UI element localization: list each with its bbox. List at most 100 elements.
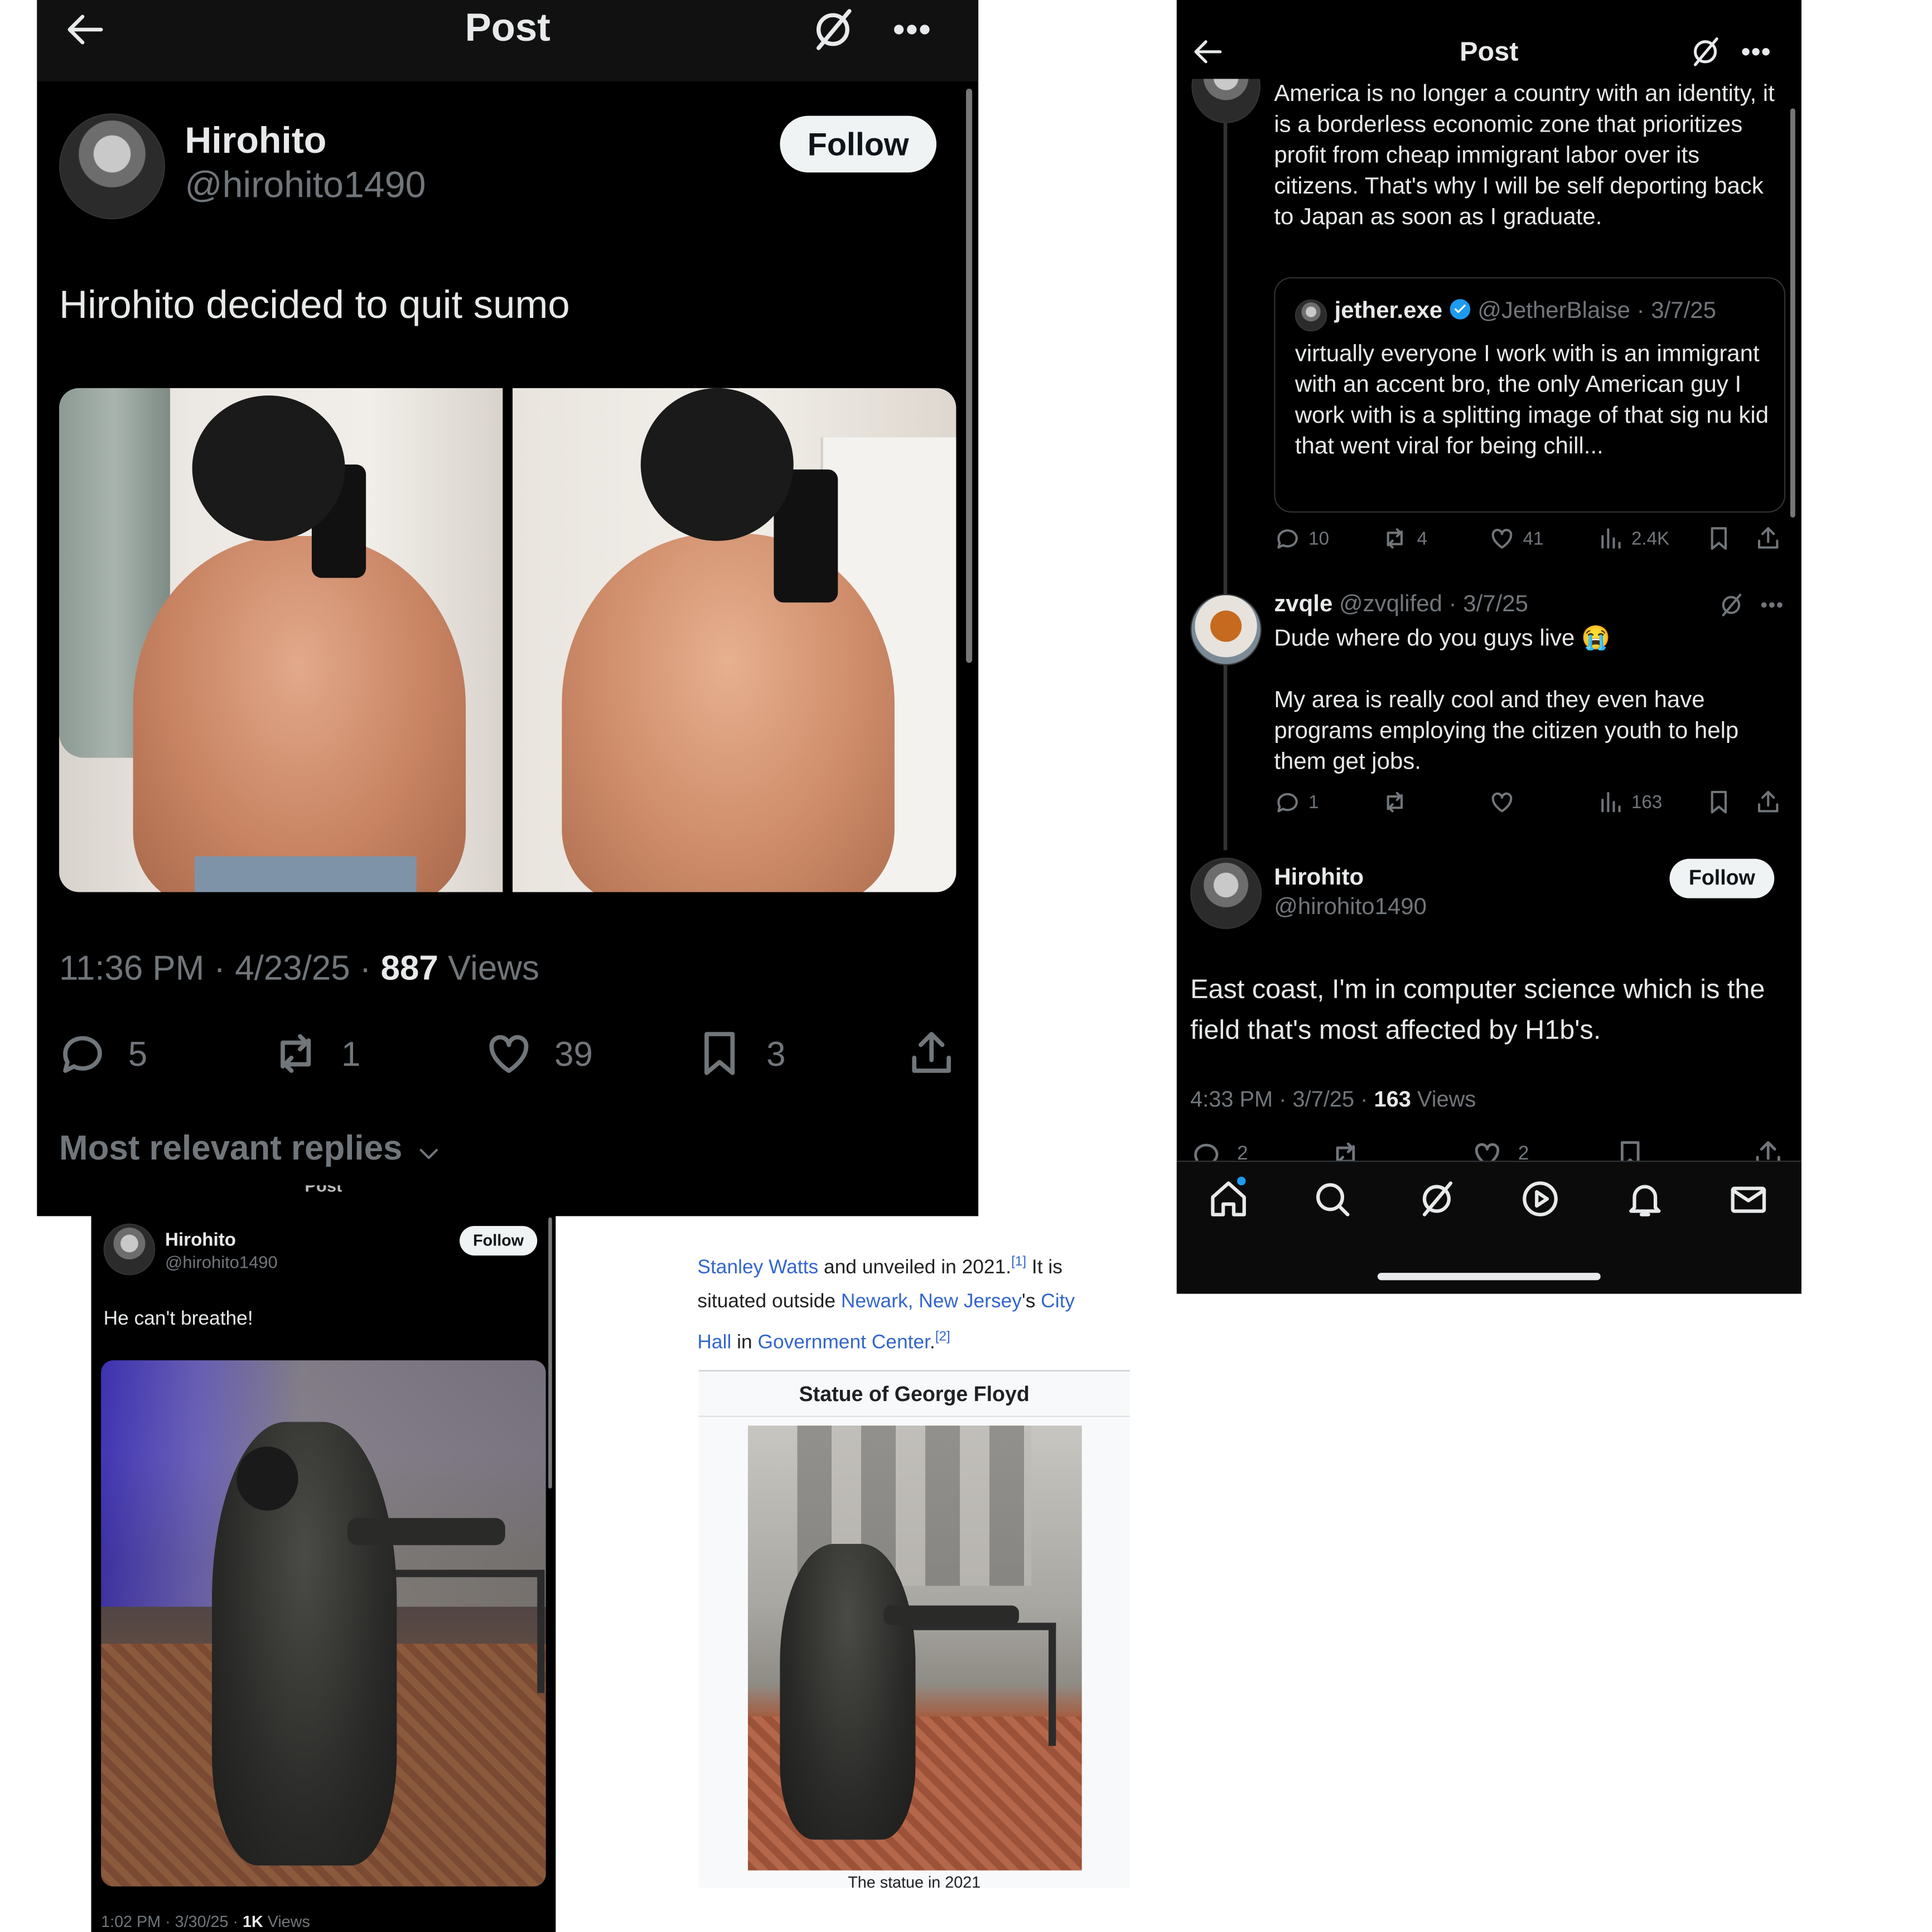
reply-name[interactable]: zvqle bbox=[1274, 591, 1332, 617]
post-time: 4:33 PM bbox=[1190, 1086, 1273, 1112]
chevron-down-icon bbox=[412, 1137, 447, 1164]
statue bbox=[780, 1544, 916, 1840]
infobox: Statue of George Floyd The statue in 202… bbox=[698, 1370, 1130, 1892]
author-name[interactable]: Hirohito bbox=[165, 1230, 236, 1251]
infobox-divider bbox=[698, 1416, 1130, 1417]
thread-actions: 10 4 41 2.4K bbox=[1274, 525, 1785, 554]
bell-icon[interactable] bbox=[1624, 1178, 1666, 1220]
grok-icon[interactable] bbox=[1416, 1178, 1457, 1220]
post-meta: 4:33 PM · 3/7/25 · 163 Views bbox=[1190, 1086, 1476, 1112]
link-stanley-watts[interactable]: Stanley Watts bbox=[697, 1257, 818, 1278]
more-icon[interactable] bbox=[1759, 591, 1786, 619]
bookmark-icon[interactable] bbox=[1706, 789, 1733, 816]
verified-icon bbox=[1449, 298, 1471, 321]
quote-header: jether.exe @JetherBlaise · 3/7/25 bbox=[1335, 298, 1716, 326]
share-icon[interactable] bbox=[905, 1027, 959, 1079]
repost-count: 1 bbox=[341, 1035, 361, 1074]
bookmark-count: 3 bbox=[766, 1035, 786, 1074]
follow-button[interactable]: Follow bbox=[780, 115, 936, 173]
avatar[interactable] bbox=[59, 113, 166, 220]
author-name[interactable]: Hirohito bbox=[1274, 865, 1364, 892]
share-icon[interactable] bbox=[1755, 789, 1782, 816]
scrollbar[interactable] bbox=[548, 1217, 552, 1489]
reply-icon[interactable] bbox=[57, 1027, 109, 1079]
reply-count: 10 bbox=[1308, 528, 1330, 550]
avatar[interactable] bbox=[103, 1223, 156, 1276]
follow-button[interactable]: Follow bbox=[460, 1226, 538, 1256]
ref-2[interactable]: [2] bbox=[935, 1330, 950, 1345]
author-handle[interactable]: @hirohito1490 bbox=[185, 165, 426, 207]
reply-date: 3/7/25 bbox=[1463, 591, 1528, 617]
quote-text: virtually everyone I work with is an imm… bbox=[1295, 341, 1769, 460]
follow-button[interactable]: Follow bbox=[1669, 858, 1775, 899]
quote-card[interactable]: jether.exe @JetherBlaise · 3/7/25 virtua… bbox=[1274, 277, 1786, 513]
post-image[interactable] bbox=[101, 1360, 546, 1887]
repost-icon[interactable] bbox=[1380, 789, 1409, 816]
share-icon[interactable] bbox=[1755, 525, 1782, 552]
like-icon[interactable] bbox=[1489, 525, 1516, 552]
reply-handle[interactable]: @zvqlifed bbox=[1339, 591, 1442, 617]
link-city-hall[interactable]: City bbox=[1041, 1292, 1075, 1313]
grok-icon[interactable] bbox=[807, 5, 859, 54]
link-city-hall-2[interactable]: Hall bbox=[697, 1333, 731, 1354]
views-icon[interactable] bbox=[1597, 525, 1624, 552]
bookmark-icon[interactable] bbox=[1706, 525, 1733, 552]
repost-icon[interactable] bbox=[1380, 525, 1409, 552]
author-name[interactable]: Hirohito bbox=[185, 121, 326, 163]
jeans bbox=[195, 856, 417, 892]
quote-handle: @JetherBlaise bbox=[1477, 298, 1630, 325]
link-government-center[interactable]: Government Center bbox=[757, 1333, 929, 1354]
infobox-caption: The statue in 2021 bbox=[848, 1872, 981, 1892]
statue-arm bbox=[347, 1518, 505, 1545]
screenshot-collage: Post Hirohito @hirohito1490 Follow Hiroh… bbox=[0, 0, 1932, 1932]
post-time: 1:02 PM bbox=[101, 1912, 161, 1931]
scrollbar[interactable] bbox=[966, 89, 973, 663]
avatar[interactable] bbox=[1190, 857, 1262, 929]
views-count: 1K bbox=[243, 1912, 263, 1931]
play-icon[interactable] bbox=[1519, 1178, 1561, 1220]
more-icon[interactable] bbox=[1738, 35, 1773, 69]
reply-icon[interactable] bbox=[1274, 525, 1301, 552]
grok-icon[interactable] bbox=[1718, 591, 1745, 619]
wiki-paragraph: Stanley Watts and unveiled in 2021.[1] I… bbox=[697, 1244, 1141, 1361]
post-screen-a: Post Hirohito @hirohito1490 Follow Hiroh… bbox=[37, 0, 979, 1216]
dot-separator: · bbox=[1630, 298, 1651, 325]
post-date: 3/30/25 bbox=[175, 1912, 229, 1931]
wiki-text: It is bbox=[1026, 1257, 1062, 1278]
reply-avatar[interactable] bbox=[1190, 593, 1262, 665]
post-text: East coast, I'm in computer science whic… bbox=[1190, 973, 1765, 1045]
post-time: 11:36 PM bbox=[59, 949, 205, 987]
like-icon[interactable] bbox=[482, 1027, 536, 1079]
views-count: 163 bbox=[1631, 792, 1663, 814]
reply-line2: My area is really cool and they even hav… bbox=[1274, 687, 1739, 775]
torso bbox=[133, 536, 466, 892]
views-label: Views bbox=[448, 949, 539, 987]
ref-1[interactable]: [1] bbox=[1011, 1254, 1026, 1269]
author-handle[interactable]: @hirohito1490 bbox=[1274, 895, 1427, 922]
post-image-right[interactable] bbox=[513, 388, 957, 892]
scrollbar[interactable] bbox=[1790, 108, 1795, 518]
infobox-image[interactable] bbox=[747, 1426, 1082, 1871]
views-label: Views bbox=[267, 1912, 310, 1931]
infobox-title: Statue of George Floyd bbox=[799, 1382, 1030, 1406]
views-count: 2.4K bbox=[1631, 528, 1670, 550]
post-image-left[interactable] bbox=[59, 388, 503, 892]
mail-icon[interactable] bbox=[1727, 1178, 1769, 1220]
views-icon[interactable] bbox=[1597, 789, 1624, 816]
link-newark[interactable]: Newark, New Jersey bbox=[841, 1292, 1022, 1313]
grok-icon[interactable] bbox=[1688, 35, 1723, 69]
reply-icon[interactable] bbox=[1274, 789, 1301, 816]
author-handle[interactable]: @hirohito1490 bbox=[165, 1252, 278, 1272]
wiki-text: situated outside bbox=[697, 1291, 841, 1313]
replies-sort[interactable]: Most relevant replies bbox=[59, 1129, 446, 1168]
post-date: 3/7/25 bbox=[1292, 1086, 1355, 1112]
home-indicator[interactable] bbox=[1377, 1273, 1601, 1281]
search-icon[interactable] bbox=[1311, 1178, 1353, 1220]
like-icon[interactable] bbox=[1489, 789, 1516, 816]
like-count: 39 bbox=[554, 1035, 593, 1074]
repost-icon[interactable] bbox=[267, 1027, 324, 1079]
statue-arm bbox=[883, 1605, 1020, 1625]
reply-count: 1 bbox=[1308, 792, 1319, 814]
more-icon[interactable] bbox=[887, 7, 936, 52]
bookmark-icon[interactable] bbox=[693, 1027, 747, 1079]
